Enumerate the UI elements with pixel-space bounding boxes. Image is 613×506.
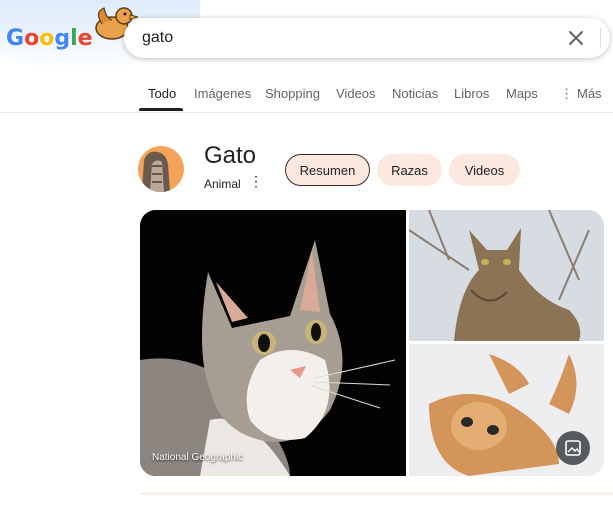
cat-photo-tabby [409, 210, 604, 341]
tab-mas-label: Más [577, 86, 602, 101]
tab-imagenes[interactable]: Imágenes [194, 86, 251, 101]
google-logo: Google [6, 26, 93, 51]
more-vert-icon: ⋮ [560, 86, 573, 101]
image-credit: National Geographic [152, 452, 244, 463]
entity-title: Gato [204, 142, 257, 169]
tab-noticias[interactable]: Noticias [392, 86, 438, 101]
entity-thumbnail[interactable] [138, 146, 184, 192]
search-box[interactable]: gato [124, 18, 610, 58]
tab-maps[interactable]: Maps [506, 86, 538, 101]
chip-razas[interactable]: Razas [377, 154, 442, 186]
search-divider [600, 28, 601, 48]
chip-resumen[interactable]: Resumen [285, 154, 370, 186]
active-tab-indicator [139, 108, 183, 111]
cat-image-main[interactable] [140, 210, 406, 476]
search-input[interactable]: gato [142, 29, 173, 47]
image-search-button[interactable] [556, 431, 590, 465]
header: Google gato [0, 0, 613, 78]
chip-videos[interactable]: Videos [449, 154, 520, 186]
clear-icon[interactable] [564, 26, 588, 50]
cat-image-top-right[interactable] [409, 210, 604, 341]
cat-paw-icon [138, 146, 184, 192]
tab-libros[interactable]: Libros [454, 86, 489, 101]
image-icon [565, 440, 581, 456]
tab-videos[interactable]: Videos [336, 86, 376, 101]
tab-shopping[interactable]: Shopping [265, 86, 320, 101]
more-options-icon[interactable]: ⋮ [249, 173, 263, 190]
search-tabs: Todo Imágenes Shopping Videos Noticias L… [0, 80, 613, 113]
tab-mas[interactable]: ⋮ Más [560, 86, 602, 102]
tab-todo[interactable]: Todo [148, 86, 176, 101]
cat-photo-main [140, 210, 406, 476]
entity-subtitle: Animal [204, 177, 241, 191]
section-divider [140, 493, 613, 494]
